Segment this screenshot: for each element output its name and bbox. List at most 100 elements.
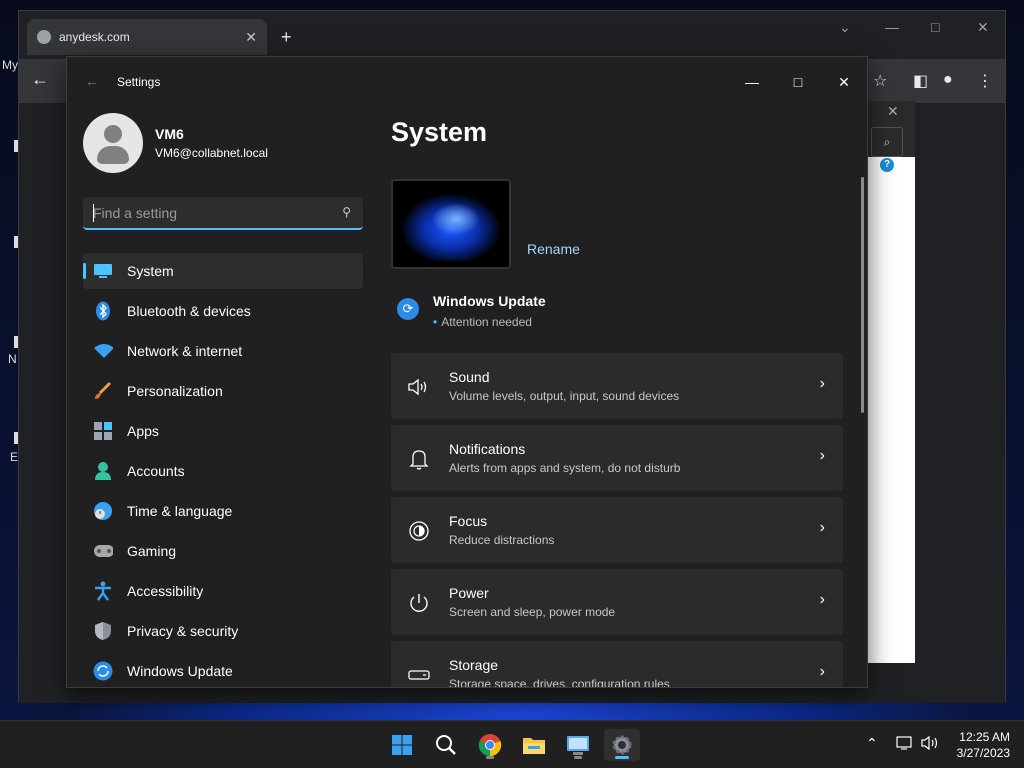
anydesk-panel [867,157,915,663]
desktop-label: N [8,352,17,366]
back-arrow-icon[interactable]: ← [85,73,99,89]
nav-item-accounts[interactable]: Accounts [83,453,363,489]
windows-bloom-image [401,189,501,261]
chevron-right-icon: › [819,663,825,680]
user-name: VM6 [155,126,184,142]
avatar-body [97,146,129,164]
chevron-right-icon: › [819,519,825,536]
status-dot: • [433,315,438,329]
card-subtitle: Screen and sleep, power mode [449,605,616,619]
user-email: VM6@collabnet.local [155,146,268,160]
taskbar-chrome[interactable] [472,729,508,761]
user-profile[interactable]: VM6 VM6@collabnet.local [83,113,268,173]
network-icon[interactable] [896,735,914,754]
avatar[interactable] [83,113,143,173]
card-power[interactable]: Power Screen and sleep, power mode › [391,569,843,635]
update-icon: ⟳ [397,298,419,320]
nav-item-privacy-security[interactable]: Privacy & security [83,613,363,649]
windows-update-status[interactable]: ⟳ Windows Update • Attention needed [397,293,546,329]
card-title: Notifications [449,441,526,457]
back-arrow-icon[interactable]: ← [31,69,49,90]
nav-label: Gaming [127,543,177,559]
settings-nav: System Bluetooth & devices Network & int… [83,253,363,687]
text-caret [93,204,94,222]
nav-item-bluetooth[interactable]: Bluetooth & devices [83,293,363,329]
brush-icon [93,381,113,401]
start-button[interactable] [384,729,420,761]
new-tab-button[interactable]: + [281,27,292,48]
accessibility-icon [93,581,113,601]
windows-update-status-text: Attention needed [441,315,532,329]
card-subtitle: Alerts from apps and system, do not dist… [449,461,681,475]
card-storage[interactable]: Storage Storage space, drives, configura… [391,641,843,687]
card-notifications[interactable]: Notifications Alerts from apps and syste… [391,425,843,491]
maximize-icon[interactable]: □ [931,19,939,35]
card-focus[interactable]: Focus Reduce distractions › [391,497,843,563]
panel-search-icon[interactable]: ⌕ [871,127,903,157]
close-icon[interactable]: ✕ [829,67,859,97]
tab-close-icon[interactable]: ✕ [245,29,257,46]
device-wallpaper-thumbnail [391,179,511,269]
maximize-icon[interactable]: □ [783,67,813,97]
card-title: Storage [449,657,499,673]
nav-item-gaming[interactable]: Gaming [83,533,363,569]
chevron-right-icon: › [819,447,825,464]
menu-kebab-icon[interactable]: ⋮ [977,71,993,91]
browser-tab[interactable]: anydesk.com ✕ [27,19,267,55]
search-input[interactable] [93,203,323,223]
nav-label: Accessibility [127,583,204,599]
windows-logo-icon [392,735,412,755]
star-icon[interactable]: ☆ [873,71,887,91]
settings-titlebar: ← Settings — □ ✕ [67,57,867,105]
rename-link[interactable]: Rename [527,241,580,257]
volume-icon[interactable] [920,735,940,754]
nav-label: Accounts [127,463,185,479]
speaker-icon [405,373,433,401]
minimize-icon[interactable]: — [737,67,767,97]
scrollbar[interactable] [861,177,864,413]
minimize-icon[interactable]: — [885,19,899,35]
avatar-head [104,125,122,143]
settings-window: ← Settings — □ ✕ VM6 VM6@collabnet.local… [66,56,868,688]
tab-strip: anydesk.com ✕ + ⌄ — □ ✕ [19,11,1005,59]
shield-icon [93,621,113,641]
taskbar-settings[interactable] [604,729,640,761]
card-subtitle: Reduce distractions [449,533,555,547]
search-button[interactable] [428,729,464,761]
card-title: Power [449,585,489,601]
system-page: System Rename ⟳ Windows Update • Attentio… [391,113,851,687]
nav-label: Time & language [127,503,233,519]
taskbar-control-panel[interactable] [560,729,596,761]
card-sound[interactable]: Sound Volume levels, output, input, soun… [391,353,843,419]
running-indicator [574,756,582,759]
search-icon[interactable]: ⚲ [342,205,351,219]
nav-item-windows-update[interactable]: Windows Update [83,653,363,687]
nav-item-time-language[interactable]: Time & language [83,493,363,529]
gear-icon [612,735,632,755]
chevron-right-icon: › [819,591,825,608]
search-box[interactable]: ⚲ [83,197,363,230]
clock-date: 3/27/2023 [956,746,1010,760]
tab-search-icon[interactable]: ⌄ [839,19,851,36]
system-clock[interactable]: 12:25 AM 3/27/2023 [948,729,1010,761]
nav-item-apps[interactable]: Apps [83,413,363,449]
taskbar-file-explorer[interactable] [516,729,552,761]
wifi-icon [93,341,113,361]
chrome-icon [478,734,502,757]
nav-item-network[interactable]: Network & internet [83,333,363,369]
panel-close-icon[interactable]: ✕ [887,103,899,120]
globe-clock-icon [93,501,113,521]
active-indicator [615,756,629,759]
show-hidden-icons-chevron-icon[interactable]: ⌃ [866,735,878,752]
nav-item-personalization[interactable]: Personalization [83,373,363,409]
profile-icon[interactable]: ● [943,71,953,89]
help-icon[interactable]: ? [880,158,894,172]
power-icon [405,589,433,617]
anydesk-panel-header: ✕ ⌕ [867,101,915,157]
sidebar-icon[interactable]: ◧ [913,71,928,91]
tab-title: anydesk.com [59,30,130,44]
nav-label: Network & internet [127,343,243,359]
nav-item-accessibility[interactable]: Accessibility [83,573,363,609]
close-icon[interactable]: ✕ [977,19,989,36]
nav-item-system[interactable]: System [83,253,363,289]
